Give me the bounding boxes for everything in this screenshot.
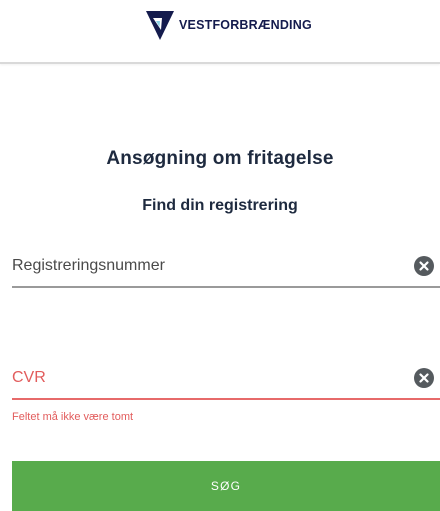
registration-number-field [12, 250, 440, 288]
cvr-clear-button[interactable] [414, 368, 434, 388]
cvr-input[interactable] [12, 362, 392, 394]
cvr-error-message: Feltet må ikke være tomt [12, 411, 134, 423]
page-subtitle: Find din registrering [142, 197, 298, 214]
page: VESTFORBRÆNDING Ansøgning om fritagelse … [0, 0, 440, 511]
brand-name: VESTFORBRÆNDING [179, 18, 312, 32]
brand-logo: VESTFORBRÆNDING [145, 9, 312, 41]
page-title: Ansøgning om fritagelse [106, 148, 334, 169]
clear-icon [419, 373, 429, 383]
search-button[interactable]: SØG [12, 461, 440, 511]
registration-number-input[interactable] [12, 250, 392, 282]
vestforbraending-logo-icon [146, 11, 174, 40]
clear-icon [419, 261, 429, 271]
cvr-field [12, 362, 440, 400]
registration-clear-button[interactable] [414, 256, 434, 276]
header: VESTFORBRÆNDING [0, 0, 440, 64]
